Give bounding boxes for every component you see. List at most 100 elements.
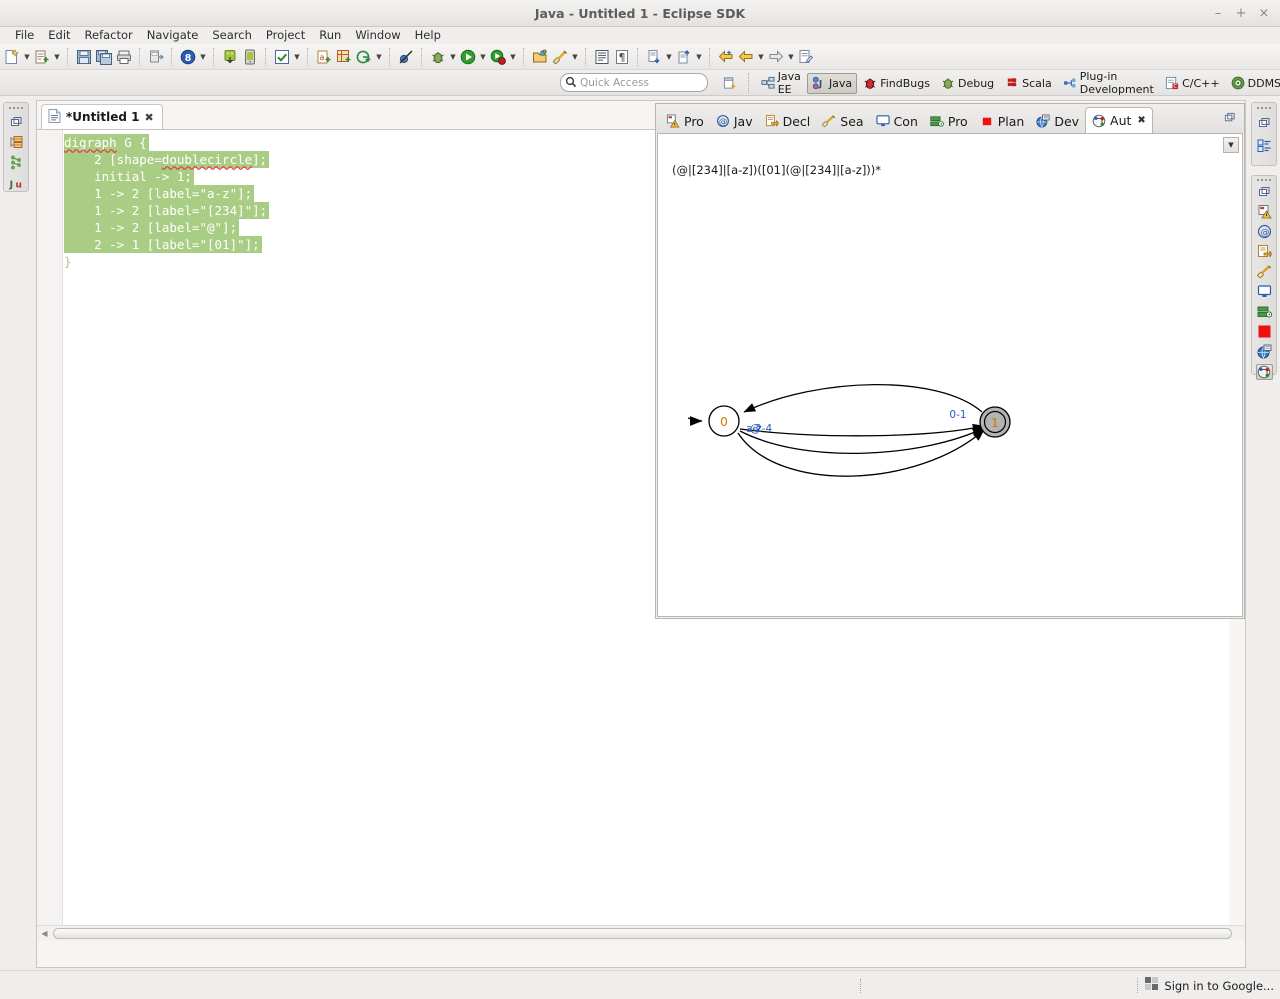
- menu-item-search[interactable]: Search: [205, 27, 259, 44]
- coverage-icon[interactable]: [488, 47, 508, 67]
- view-tab-plan-6[interactable]: Plan: [974, 109, 1031, 133]
- code-line[interactable]: 1 -> 2 [label="[234]"];: [64, 202, 270, 219]
- chevron-down-icon[interactable]: ▼: [292, 47, 302, 67]
- automaton-icon[interactable]: [1255, 364, 1273, 380]
- close-button[interactable]: ×: [1258, 7, 1270, 20]
- state-1[interactable]: 1: [979, 406, 1011, 438]
- new-annotation-icon[interactable]: a: [314, 47, 334, 67]
- code-line[interactable]: initial -> 1;: [64, 168, 194, 185]
- check-validation-icon[interactable]: [272, 47, 292, 67]
- chevron-down-icon[interactable]: ▼: [570, 47, 580, 67]
- code-line[interactable]: 2 -> 1 [label="[01]"];: [64, 236, 262, 253]
- chevron-down-icon[interactable]: ▼: [508, 47, 518, 67]
- chevron-down-icon[interactable]: ▼: [694, 47, 704, 67]
- perspective-plug-in-development[interactable]: Plug-in Development: [1058, 70, 1159, 96]
- editor-hscroll-track[interactable]: [53, 928, 1244, 939]
- plan-icon[interactable]: [1256, 324, 1273, 339]
- code-line[interactable]: 1 -> 2 [label="a-z"];: [64, 185, 255, 202]
- chevron-down-icon[interactable]: ▼: [478, 47, 488, 67]
- new-generic-icon[interactable]: [354, 47, 374, 67]
- quick-access-input[interactable]: Quick Access: [560, 73, 708, 92]
- run-icon[interactable]: [458, 47, 478, 67]
- perspective-scala[interactable]: Scala: [1000, 73, 1057, 94]
- type-hierarchy-icon[interactable]: [8, 155, 25, 170]
- declaration-icon[interactable]: [1256, 244, 1273, 259]
- previous-annotation-icon[interactable]: [674, 47, 694, 67]
- save-icon[interactable]: [74, 47, 94, 67]
- new-package-icon[interactable]: [334, 47, 354, 67]
- menu-item-run[interactable]: Run: [312, 27, 348, 44]
- android-sdk-manager-icon[interactable]: [220, 47, 240, 67]
- code-line[interactable]: 2 [shape=doublecircle];: [64, 151, 270, 168]
- editor-hscroll-thumb[interactable]: [53, 928, 1233, 939]
- save-all-icon[interactable]: [94, 47, 114, 67]
- external-tools-icon[interactable]: [550, 47, 570, 67]
- forward-icon[interactable]: [736, 47, 756, 67]
- editor-tab-untitled-1[interactable]: *Untitled 1 ✖: [41, 104, 163, 129]
- view-tab-aut-8[interactable]: Aut ✖: [1085, 107, 1153, 133]
- scroll-left-icon[interactable]: ◀: [37, 929, 52, 938]
- skip-breakpoints-icon[interactable]: [396, 47, 416, 67]
- chevron-down-icon[interactable]: ▼: [448, 47, 458, 67]
- new-wizard-icon[interactable]: [2, 47, 22, 67]
- next-annotation-icon[interactable]: [644, 47, 664, 67]
- chevron-down-icon[interactable]: ▼: [374, 47, 384, 67]
- restore-icon[interactable]: [1256, 186, 1273, 199]
- javadoc-icon[interactable]: @: [1256, 224, 1273, 239]
- editor-tab-close-icon[interactable]: ✖: [145, 111, 154, 124]
- chevron-down-icon[interactable]: ▼: [664, 47, 674, 67]
- search-view-icon[interactable]: [1256, 264, 1273, 279]
- view-tab-jav-1[interactable]: @ Jav: [710, 109, 759, 133]
- maximize-button[interactable]: +: [1235, 7, 1247, 20]
- view-tab-decl-2[interactable]: Decl: [759, 109, 817, 133]
- minimize-button[interactable]: –: [1212, 7, 1224, 20]
- state-0[interactable]: 0: [708, 405, 740, 437]
- perspective-findbugs[interactable]: FindBugs: [858, 73, 935, 94]
- menu-item-help[interactable]: Help: [408, 27, 448, 44]
- console-icon[interactable]: [1256, 284, 1273, 299]
- menu-item-project[interactable]: Project: [259, 27, 312, 44]
- view-tab-con-4[interactable]: Con: [870, 109, 924, 133]
- code-line[interactable]: digraph G {: [64, 134, 149, 151]
- view-tab-sea-3[interactable]: Sea: [816, 109, 869, 133]
- maximize-view-icon[interactable]: [1220, 108, 1240, 128]
- package-explorer-icon[interactable]: [8, 135, 25, 150]
- open-perspective-icon[interactable]: [718, 73, 742, 94]
- view-tab-pro-5[interactable]: Pro: [924, 109, 974, 133]
- menu-item-file[interactable]: File: [8, 27, 41, 44]
- progress-icon[interactable]: [1256, 304, 1273, 319]
- edit-icon[interactable]: [796, 47, 816, 67]
- perspective-debug[interactable]: Debug: [936, 73, 999, 94]
- devices-icon[interactable]: [1256, 344, 1273, 359]
- editor-horizontal-scrollbar[interactable]: ◀: [37, 925, 1245, 941]
- junit-icon[interactable]: Ju: [8, 176, 25, 191]
- perspective-c-c-[interactable]: C C/C++: [1160, 73, 1225, 94]
- last-edit-location-icon[interactable]: [766, 47, 786, 67]
- menu-item-navigate[interactable]: Navigate: [140, 27, 206, 44]
- outline-icon[interactable]: [1256, 137, 1273, 154]
- view-menu-icon[interactable]: ▼: [1223, 137, 1239, 153]
- chevron-down-icon[interactable]: ▼: [52, 47, 62, 67]
- perspective-ddms[interactable]: DDMS: [1226, 73, 1280, 94]
- export-icon[interactable]: [146, 47, 166, 67]
- perspective-java[interactable]: J Java: [806, 72, 858, 94]
- new-java-class-icon[interactable]: [32, 47, 52, 67]
- show-whitespace-icon[interactable]: ¶: [612, 47, 632, 67]
- toggle-block-selection-icon[interactable]: [592, 47, 612, 67]
- menu-item-refactor[interactable]: Refactor: [78, 27, 140, 44]
- view-tab-close-icon[interactable]: ✖: [1137, 115, 1145, 126]
- view-tab-pro-0[interactable]: Pro: [660, 109, 710, 133]
- chevron-down-icon[interactable]: ▼: [198, 47, 208, 67]
- problems-icon[interactable]: [1256, 204, 1273, 219]
- chevron-down-icon[interactable]: ▼: [786, 47, 796, 67]
- perspective-java-ee[interactable]: Java EE: [756, 70, 806, 96]
- code-line[interactable]: }: [64, 253, 74, 270]
- print-icon[interactable]: [114, 47, 134, 67]
- restore-icon[interactable]: [8, 115, 25, 130]
- debug-icon[interactable]: [428, 47, 448, 67]
- eclipse-marketplace-icon[interactable]: 8: [178, 47, 198, 67]
- restore-icon[interactable]: [1256, 115, 1273, 132]
- chevron-down-icon[interactable]: ▼: [22, 47, 32, 67]
- view-tab-dev-7[interactable]: Dev: [1030, 109, 1085, 133]
- chevron-down-icon[interactable]: ▼: [756, 47, 766, 67]
